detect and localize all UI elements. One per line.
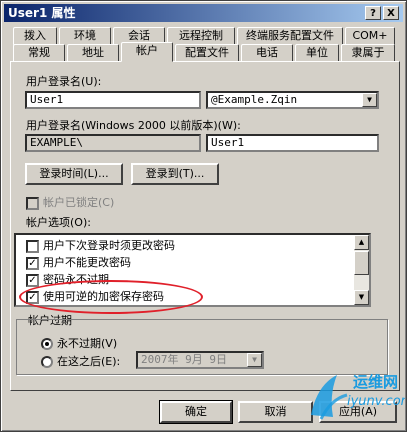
tab-terminal-services[interactable]: 终端服务配置文件 bbox=[237, 27, 343, 45]
tab-dial-in[interactable]: 拨入 bbox=[13, 27, 57, 45]
account-locked-row: 帐户已锁定(C) bbox=[26, 194, 114, 210]
end-of-radio[interactable] bbox=[41, 356, 53, 368]
tab-profile[interactable]: 配置文件 bbox=[175, 44, 239, 62]
tab-general[interactable]: 常规 bbox=[13, 44, 65, 62]
options-scrollbar[interactable]: ▲ ▼ bbox=[354, 235, 369, 305]
tab-member-of[interactable]: 隶属于 bbox=[341, 44, 395, 62]
upn-suffix-value: @Example.Zqin bbox=[211, 93, 298, 106]
upn-suffix-combo[interactable]: @Example.Zqin ▼ bbox=[206, 91, 379, 109]
never-expires-row[interactable]: 永不过期(V) bbox=[41, 335, 117, 351]
watermark-line1: 运维网 bbox=[353, 373, 398, 391]
pre2000-logon-label: 用户登录名(Windows 2000 以前版本)(W): bbox=[26, 119, 241, 132]
chevron-down-icon[interactable]: ▼ bbox=[362, 93, 377, 107]
option-label: 用户下次登录时须更改密码 bbox=[43, 239, 175, 252]
never-expires-radio[interactable] bbox=[41, 338, 53, 350]
option-label: 用户不能更改密码 bbox=[43, 256, 131, 269]
scroll-down-icon[interactable]: ▼ bbox=[354, 290, 369, 305]
user-properties-dialog: User1 属性 ? X 拨入 环境 会话 远程控制 终端服务配置文件 COM+… bbox=[0, 0, 407, 432]
tab-address[interactable]: 地址 bbox=[67, 44, 119, 62]
cancel-button[interactable]: 取消 bbox=[238, 401, 313, 423]
logon-name-label: 用户登录名(U): bbox=[26, 75, 102, 88]
never-expires-label: 永不过期(V) bbox=[57, 337, 118, 350]
logon-to-button[interactable]: 登录到(T)... bbox=[131, 163, 219, 185]
chevron-down-icon: ▼ bbox=[247, 353, 262, 367]
end-of-row[interactable]: 在这之后(E): bbox=[41, 353, 120, 369]
expiry-date-value: 2007年 9月 9日 bbox=[141, 353, 227, 366]
scroll-thumb[interactable] bbox=[354, 251, 369, 275]
ok-button[interactable]: 确定 bbox=[159, 400, 233, 424]
logon-name-input[interactable]: User1 bbox=[25, 91, 201, 109]
close-button[interactable]: X bbox=[383, 6, 399, 20]
pre2000-domain-field: EXAMPLE\ bbox=[25, 134, 201, 152]
watermark-line2: iyunv.com bbox=[347, 394, 405, 409]
option-checkbox[interactable]: ✓ bbox=[26, 256, 39, 270]
site-watermark-logo: 运维网 iyunv.com bbox=[307, 365, 407, 427]
tab-com-plus[interactable]: COM+ bbox=[345, 27, 395, 45]
end-of-label: 在这之后(E): bbox=[57, 355, 121, 368]
annotation-red-ellipse bbox=[19, 280, 203, 314]
account-options-label: 帐户选项(O): bbox=[26, 216, 91, 229]
account-locked-checkbox bbox=[26, 196, 39, 210]
tab-remote-control[interactable]: 远程控制 bbox=[167, 27, 235, 45]
window-title: User1 属性 bbox=[8, 6, 76, 20]
tab-account[interactable]: 帐户 bbox=[121, 42, 173, 62]
title-bar: User1 属性 bbox=[4, 4, 403, 22]
scroll-up-icon[interactable]: ▲ bbox=[354, 235, 369, 250]
account-locked-label: 帐户已锁定(C) bbox=[43, 196, 115, 209]
list-item[interactable]: ✓ 用户不能更改密码 bbox=[26, 255, 131, 271]
logon-hours-button[interactable]: 登录时间(L)... bbox=[25, 163, 123, 185]
list-item[interactable]: 用户下次登录时须更改密码 bbox=[26, 238, 175, 254]
option-checkbox[interactable]: ✓ bbox=[26, 273, 39, 287]
tab-organization[interactable]: 单位 bbox=[295, 44, 339, 62]
help-button[interactable]: ? bbox=[365, 6, 381, 20]
expiry-date-picker: 2007年 9月 9日 ▼ bbox=[136, 351, 264, 369]
pre2000-logon-input[interactable]: User1 bbox=[206, 134, 379, 152]
tab-telephones[interactable]: 电话 bbox=[241, 44, 293, 62]
option-checkbox[interactable] bbox=[26, 239, 39, 253]
tab-environment[interactable]: 环境 bbox=[59, 27, 111, 45]
watermark-icon: 运维网 iyunv.com bbox=[311, 373, 407, 420]
